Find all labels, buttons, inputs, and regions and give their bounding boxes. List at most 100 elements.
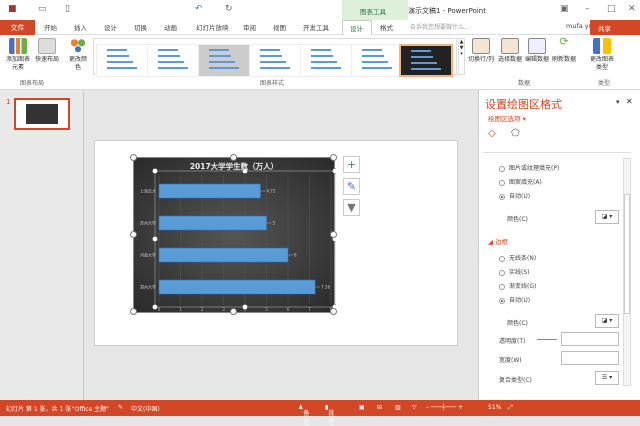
tab-chart-design[interactable]: 设计 bbox=[342, 20, 372, 35]
open-icon[interactable]: ▭ bbox=[38, 4, 47, 14]
quick-layout-button[interactable]: 快速布局 bbox=[33, 38, 61, 64]
radio[interactable] bbox=[499, 283, 505, 290]
notes-button[interactable]: ♟ 备注 bbox=[298, 404, 309, 426]
chart-style-6[interactable] bbox=[351, 44, 405, 77]
fill-color-button[interactable]: ◪ ▾ bbox=[595, 210, 619, 224]
gallery-scroll[interactable]: ▲ ▼ ▾ bbox=[458, 38, 465, 75]
tell-me-input[interactable]: 告诉我您想要做什么... bbox=[410, 22, 470, 31]
pane-close-icon[interactable]: ✕ bbox=[626, 97, 633, 106]
border-section-toggle[interactable]: ◢ 边框 bbox=[488, 236, 508, 246]
tab-slideshow[interactable]: 幻灯片放映 bbox=[196, 22, 229, 32]
tab-insert[interactable]: 插入 bbox=[74, 22, 87, 32]
radio[interactable] bbox=[499, 255, 505, 262]
radio-border-auto[interactable]: 自动(U) bbox=[499, 295, 530, 304]
radio-gradient-line[interactable]: 渐变线(G) bbox=[499, 281, 536, 290]
radio-picture-fill[interactable]: 图片或纹理填充(P) bbox=[499, 163, 559, 172]
chart-style-3[interactable] bbox=[198, 44, 252, 77]
tab-view[interactable]: 视图 bbox=[273, 22, 286, 32]
save-icon[interactable]: ■ bbox=[8, 4, 17, 14]
refresh-data-button[interactable]: ⟳ 刷新数据 bbox=[551, 36, 577, 64]
user-name[interactable]: mufa yu bbox=[566, 22, 593, 30]
transparency-input[interactable] bbox=[561, 332, 619, 346]
change-chart-type-button[interactable]: 更改图表类型 bbox=[588, 38, 616, 72]
transparency-slider[interactable] bbox=[537, 339, 557, 340]
plot-resize-handle[interactable] bbox=[332, 168, 337, 174]
effects-pentagon-icon[interactable]: ⬠ bbox=[511, 128, 520, 139]
compound-type-button[interactable]: ☰ ▾ bbox=[595, 371, 619, 385]
add-chart-element-button[interactable]: 添加图表元素 bbox=[4, 38, 32, 72]
minimize-icon[interactable]: – bbox=[585, 4, 590, 14]
tab-format[interactable]: 格式 bbox=[380, 22, 393, 32]
close-icon[interactable]: ✕ bbox=[628, 4, 636, 14]
chart-resize-handle[interactable] bbox=[130, 154, 137, 161]
radio[interactable] bbox=[499, 179, 505, 186]
redo-icon[interactable]: ↻ bbox=[225, 4, 233, 14]
chart-style-2[interactable] bbox=[147, 44, 201, 77]
pane-scrollbar[interactable] bbox=[623, 158, 631, 386]
radio-pattern-fill[interactable]: 图案填充(A) bbox=[499, 177, 542, 186]
chart-resize-handle[interactable] bbox=[230, 154, 237, 161]
radio-no-line[interactable]: 无线条(N) bbox=[499, 253, 536, 262]
new-icon[interactable]: ▯ bbox=[65, 4, 70, 14]
zoom-level[interactable]: 51% bbox=[488, 404, 501, 411]
language[interactable]: 中文(中国) bbox=[131, 404, 160, 413]
chart-resize-handle[interactable] bbox=[130, 231, 137, 238]
chart-resize-handle[interactable] bbox=[330, 154, 337, 161]
chart-style-1[interactable] bbox=[96, 44, 150, 77]
chart-resize-handle[interactable] bbox=[230, 308, 237, 315]
chart-elements-button[interactable]: + bbox=[343, 156, 360, 173]
zoom-slider[interactable]: – ───┼─── + bbox=[426, 404, 463, 411]
comments-button[interactable]: ▮ 批注 bbox=[325, 404, 334, 426]
spellcheck-icon[interactable]: ✎ bbox=[118, 404, 123, 411]
slide-thumbnail[interactable] bbox=[14, 98, 70, 130]
chart-resize-handle[interactable] bbox=[130, 308, 137, 315]
plot-resize-handle[interactable] bbox=[242, 168, 248, 174]
select-data-button[interactable]: 选择数据 bbox=[497, 38, 523, 64]
share-button[interactable]: 共享 bbox=[590, 20, 640, 35]
radio[interactable] bbox=[499, 193, 505, 200]
theme-name: "Office 主题" bbox=[72, 406, 109, 413]
pane-options-icon[interactable]: ▾ bbox=[616, 98, 620, 106]
tab-review[interactable]: 审阅 bbox=[243, 22, 256, 32]
slideshow-view-icon[interactable]: ▽ bbox=[412, 404, 417, 411]
tab-design[interactable]: 设计 bbox=[104, 22, 117, 32]
change-colors-button[interactable]: 更改颜色 bbox=[67, 38, 89, 72]
fit-slide-icon[interactable]: ⤢ bbox=[508, 404, 513, 412]
chart-filters-button[interactable]: ▼ bbox=[343, 199, 360, 216]
width-input[interactable] bbox=[561, 351, 619, 365]
chart[interactable]: 2017大学学生数（万人） 012345678上海交大4.72苏州大学5河南大学… bbox=[130, 154, 337, 315]
plot-area[interactable]: 012345678上海交大4.72苏州大学5河南大学6郑州大学7.26 bbox=[134, 158, 336, 314]
tab-developer[interactable]: 开发工具 bbox=[303, 22, 329, 32]
plot-resize-handle[interactable] bbox=[152, 304, 158, 310]
chart-styles-button[interactable]: ✎ bbox=[343, 178, 360, 195]
tab-transitions[interactable]: 切换 bbox=[134, 22, 147, 32]
chart-style-4[interactable] bbox=[249, 44, 303, 77]
chart-resize-handle[interactable] bbox=[330, 308, 337, 315]
normal-view-icon[interactable]: ▣ bbox=[359, 404, 365, 411]
data-label: 6 bbox=[294, 253, 297, 258]
plot-resize-handle[interactable] bbox=[152, 168, 158, 174]
ribbon-options-icon[interactable]: ▣ bbox=[560, 4, 569, 14]
maximize-icon[interactable]: □ bbox=[607, 4, 616, 14]
tab-file[interactable]: 文件 bbox=[0, 20, 35, 35]
switch-row-column-button[interactable]: 切换行/列 bbox=[467, 38, 495, 64]
tab-home[interactable]: 开始 bbox=[44, 22, 57, 32]
chart-style-5[interactable] bbox=[300, 44, 354, 77]
edit-data-button[interactable]: 编辑数据 bbox=[524, 38, 550, 64]
tab-animations[interactable]: 动画 bbox=[164, 22, 177, 32]
plot-resize-handle[interactable] bbox=[242, 304, 248, 310]
radio[interactable] bbox=[499, 165, 505, 172]
border-color-button[interactable]: ◪ ▾ bbox=[595, 314, 619, 328]
fill-line-icon[interactable]: ◇ bbox=[488, 128, 496, 139]
plot-resize-handle[interactable] bbox=[152, 236, 158, 242]
radio-fill-auto[interactable]: 自动(U) bbox=[499, 191, 530, 200]
reading-view-icon[interactable]: ▥ bbox=[395, 404, 401, 411]
chart-style-7-selected[interactable] bbox=[399, 44, 453, 77]
radio[interactable] bbox=[499, 297, 505, 304]
radio-solid-line[interactable]: 实线(S) bbox=[499, 267, 530, 276]
sorter-view-icon[interactable]: ⊞ bbox=[377, 404, 382, 411]
radio[interactable] bbox=[499, 269, 505, 276]
chart-resize-handle[interactable] bbox=[330, 231, 337, 238]
undo-icon[interactable]: ↶ bbox=[195, 4, 203, 14]
plot-area-options-dropdown[interactable]: 绘图区选项 ▾ bbox=[488, 113, 526, 123]
